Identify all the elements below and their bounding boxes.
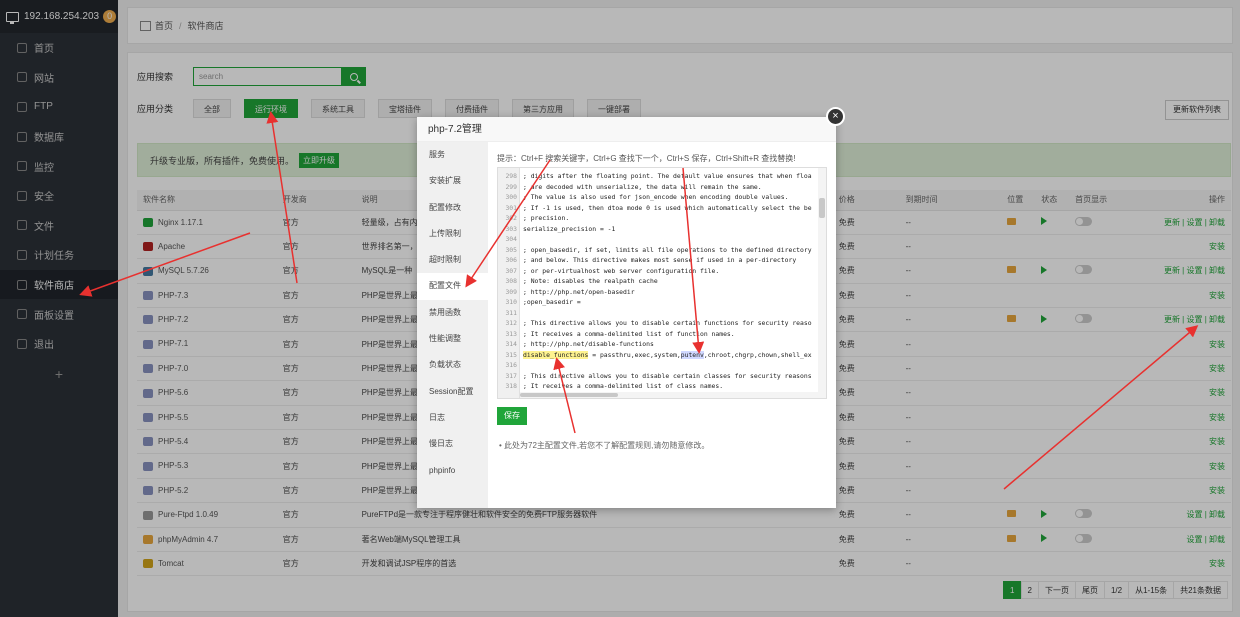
arrow-to-store: [79, 232, 251, 297]
arrow-to-disable-functions: [553, 357, 576, 434]
annotation-arrows: [79, 111, 1199, 490]
arrow-to-config-tab: [465, 159, 551, 288]
arrow-to-runtime: [266, 111, 298, 284]
arrow-to-putenv: [682, 167, 705, 354]
arrow-to-settings: [1003, 325, 1199, 490]
